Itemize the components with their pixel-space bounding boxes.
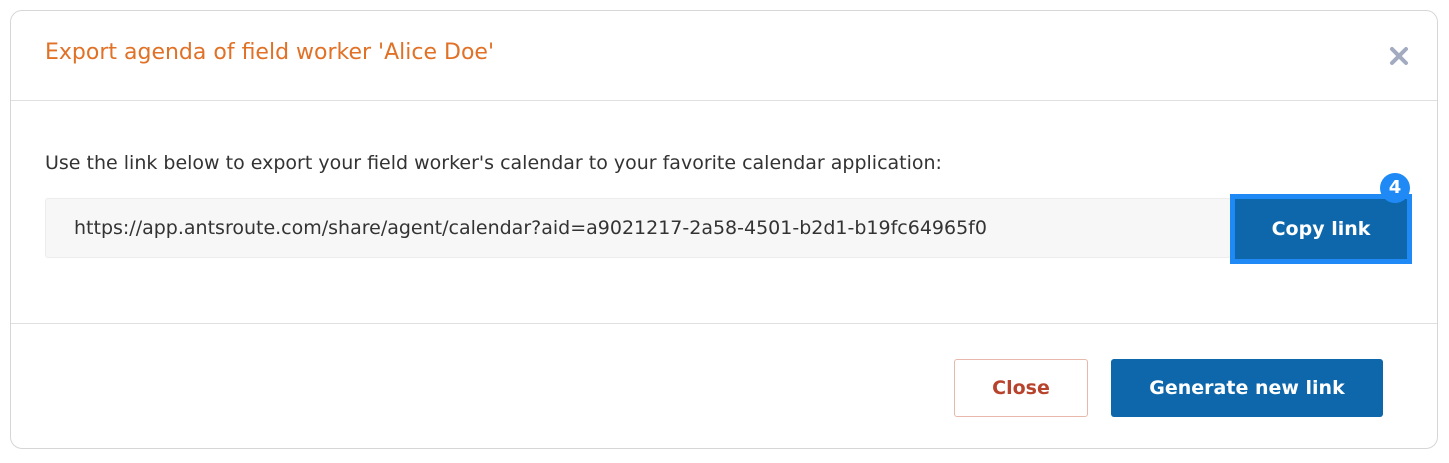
dialog-title: Export agenda of field worker 'Alice Doe… xyxy=(45,40,494,65)
generate-new-link-button[interactable]: Generate new link xyxy=(1111,359,1383,417)
calendar-link-field[interactable]: https://app.antsroute.com/share/agent/ca… xyxy=(45,198,1231,258)
close-x-icon[interactable] xyxy=(1387,44,1411,68)
dialog-footer: Close Generate new link xyxy=(11,324,1437,449)
step-badge: 4 xyxy=(1380,173,1410,203)
dialog-body: Use the link below to export your field … xyxy=(11,101,1437,324)
copy-link-button[interactable]: Copy link xyxy=(1235,199,1407,259)
export-agenda-dialog: Export agenda of field worker 'Alice Doe… xyxy=(10,10,1438,449)
instructions-text: Use the link below to export your field … xyxy=(45,152,942,174)
close-button[interactable]: Close xyxy=(954,359,1088,417)
copy-link-highlight: Copy link xyxy=(1230,194,1412,264)
dialog-header: Export agenda of field worker 'Alice Doe… xyxy=(11,11,1437,101)
